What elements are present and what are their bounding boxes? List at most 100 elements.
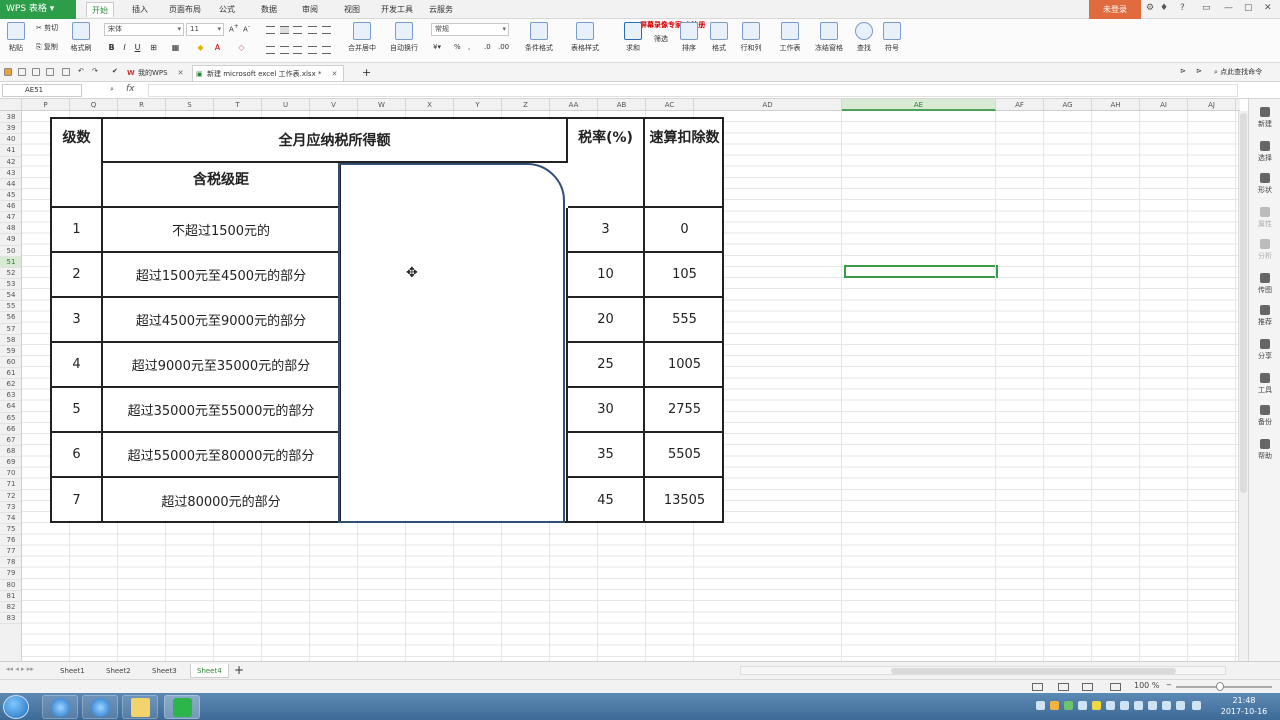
row-header[interactable]: 75	[0, 524, 21, 536]
number-format-select[interactable]: 常规	[431, 23, 509, 36]
header-level[interactable]: 级数	[52, 119, 103, 208]
conditional-format-button[interactable]: 条件格式	[518, 22, 560, 53]
align-middle-icon[interactable]	[280, 26, 289, 34]
add-sheet-icon[interactable]: +	[234, 663, 244, 677]
rate-cell[interactable]: 45	[568, 478, 645, 523]
row-header[interactable]: 73	[0, 502, 21, 513]
row-header[interactable]: 65	[0, 413, 21, 424]
rounded-rectangle-shape[interactable]	[338, 163, 565, 523]
row-header[interactable]: 60	[0, 357, 21, 369]
zoom-slider[interactable]	[1176, 686, 1272, 688]
row-header[interactable]: 47	[0, 212, 21, 224]
border-icon[interactable]: ⊞	[148, 42, 159, 54]
tray-icon-1[interactable]	[1036, 701, 1045, 710]
deduction-cell[interactable]: 13505	[645, 478, 724, 523]
column-header[interactable]: AJ	[1188, 99, 1236, 111]
tray-icon-11[interactable]	[1176, 701, 1185, 710]
align-center-icon[interactable]	[280, 46, 289, 54]
row-header[interactable]: 66	[0, 424, 21, 435]
export-icon[interactable]	[62, 68, 70, 76]
column-header[interactable]: AD	[694, 99, 842, 111]
rate-cell[interactable]: 25	[568, 343, 645, 388]
menu-tab[interactable]: 页面布局	[164, 2, 206, 17]
level-cell[interactable]: 3	[52, 298, 103, 343]
selected-cell[interactable]	[844, 265, 998, 278]
column-header[interactable]: W	[358, 99, 406, 111]
bracket-cell[interactable]: 不超过1500元的	[103, 208, 341, 253]
row-header[interactable]: 63	[0, 390, 21, 402]
level-cell[interactable]: 4	[52, 343, 103, 388]
deduction-cell[interactable]: 1005	[645, 343, 724, 388]
align-right-icon[interactable]	[293, 46, 302, 54]
new-tab-icon[interactable]: +	[362, 66, 371, 79]
volume-icon[interactable]	[1134, 701, 1143, 710]
row-header[interactable]: 62	[0, 379, 21, 391]
sheet-tab[interactable]: Sheet4	[190, 664, 229, 678]
cut-button[interactable]: ✂ 剪切	[36, 23, 58, 33]
align-top-icon[interactable]	[266, 26, 275, 34]
rate-cell[interactable]: 3	[568, 208, 645, 253]
sheet-tab[interactable]: Sheet2	[100, 664, 137, 678]
row-header[interactable]: 54	[0, 290, 21, 302]
row-header[interactable]: 64	[0, 401, 21, 413]
row-header[interactable]: 70	[0, 468, 21, 480]
symbol-button[interactable]: 符号	[878, 22, 906, 53]
check-icon[interactable]: ✔	[112, 67, 118, 75]
grow-font-icon[interactable]: A+	[229, 24, 239, 33]
rate-cell[interactable]: 10	[568, 253, 645, 298]
print-icon[interactable]	[46, 68, 54, 76]
clear-format-icon[interactable]: ◇	[236, 42, 247, 54]
row-header[interactable]: 48	[0, 223, 21, 235]
menu-tab[interactable]: 开始	[86, 2, 114, 17]
sum-button[interactable]: 求和	[618, 22, 648, 53]
copy-button[interactable]: ⎘ 复制	[36, 42, 58, 52]
row-header[interactable]: 52	[0, 268, 21, 279]
zoom-slider-thumb[interactable]	[1216, 682, 1224, 691]
row-header[interactable]: 58	[0, 335, 21, 346]
close-icon[interactable]: ✕	[331, 70, 337, 78]
row-header[interactable]: 57	[0, 324, 21, 335]
bracket-cell[interactable]: 超过1500元至4500元的部分	[103, 253, 341, 298]
menu-tab[interactable]: 插入	[127, 2, 153, 17]
prev-icon[interactable]: ⊳	[1180, 67, 1186, 75]
page-layout-icon[interactable]	[1058, 683, 1069, 691]
sidebar-item[interactable]: 形状	[1249, 173, 1280, 195]
wrap-text-button[interactable]: 自动换行	[386, 22, 422, 53]
name-box[interactable]: AE51	[2, 84, 82, 97]
input-method-icon[interactable]	[1192, 701, 1201, 710]
italic-button[interactable]: I	[119, 42, 130, 54]
row-header[interactable]: 39	[0, 123, 21, 135]
filter-button[interactable]: 筛选	[646, 34, 676, 44]
column-header[interactable]: S	[166, 99, 214, 111]
font-color-icon[interactable]: A	[212, 42, 223, 54]
column-header[interactable]: V	[310, 99, 358, 111]
start-button[interactable]	[3, 695, 29, 719]
row-header[interactable]: 61	[0, 368, 21, 380]
column-header[interactable]: U	[262, 99, 310, 111]
menu-tab[interactable]: 视图	[339, 2, 365, 17]
freeze-panes-button[interactable]: 冻结窗格	[810, 22, 848, 53]
deduction-cell[interactable]: 0	[645, 208, 724, 253]
column-header[interactable]: Z	[502, 99, 550, 111]
sheet-tab[interactable]: Sheet3	[146, 664, 183, 678]
row-header[interactable]: 71	[0, 479, 21, 491]
paste-button[interactable]: 粘贴	[2, 22, 30, 53]
header-rate[interactable]: 税率(%)	[568, 119, 645, 208]
row-header[interactable]: 80	[0, 580, 21, 591]
settings-icon[interactable]: ♦	[1160, 3, 1168, 13]
next-icon[interactable]: ⊳	[1196, 67, 1202, 75]
row-header[interactable]: 43	[0, 168, 21, 179]
column-header[interactable]: X	[406, 99, 454, 111]
column-header[interactable]: AF	[996, 99, 1044, 111]
tab-workbook[interactable]: ▣ 新建 microsoft excel 工作表.xlsx * ✕	[192, 65, 345, 81]
row-header[interactable]: 59	[0, 346, 21, 357]
align-bottom-icon[interactable]	[293, 26, 302, 34]
menu-tab[interactable]: 公式	[214, 2, 240, 17]
row-header[interactable]: 78	[0, 557, 21, 569]
level-cell[interactable]: 6	[52, 433, 103, 478]
restore-icon[interactable]: ▭	[1202, 3, 1211, 13]
row-header[interactable]: 44	[0, 179, 21, 190]
row-header[interactable]: 51	[0, 256, 21, 268]
percent-icon[interactable]: %	[454, 43, 461, 51]
sheet-tab[interactable]: Sheet1	[54, 664, 91, 678]
